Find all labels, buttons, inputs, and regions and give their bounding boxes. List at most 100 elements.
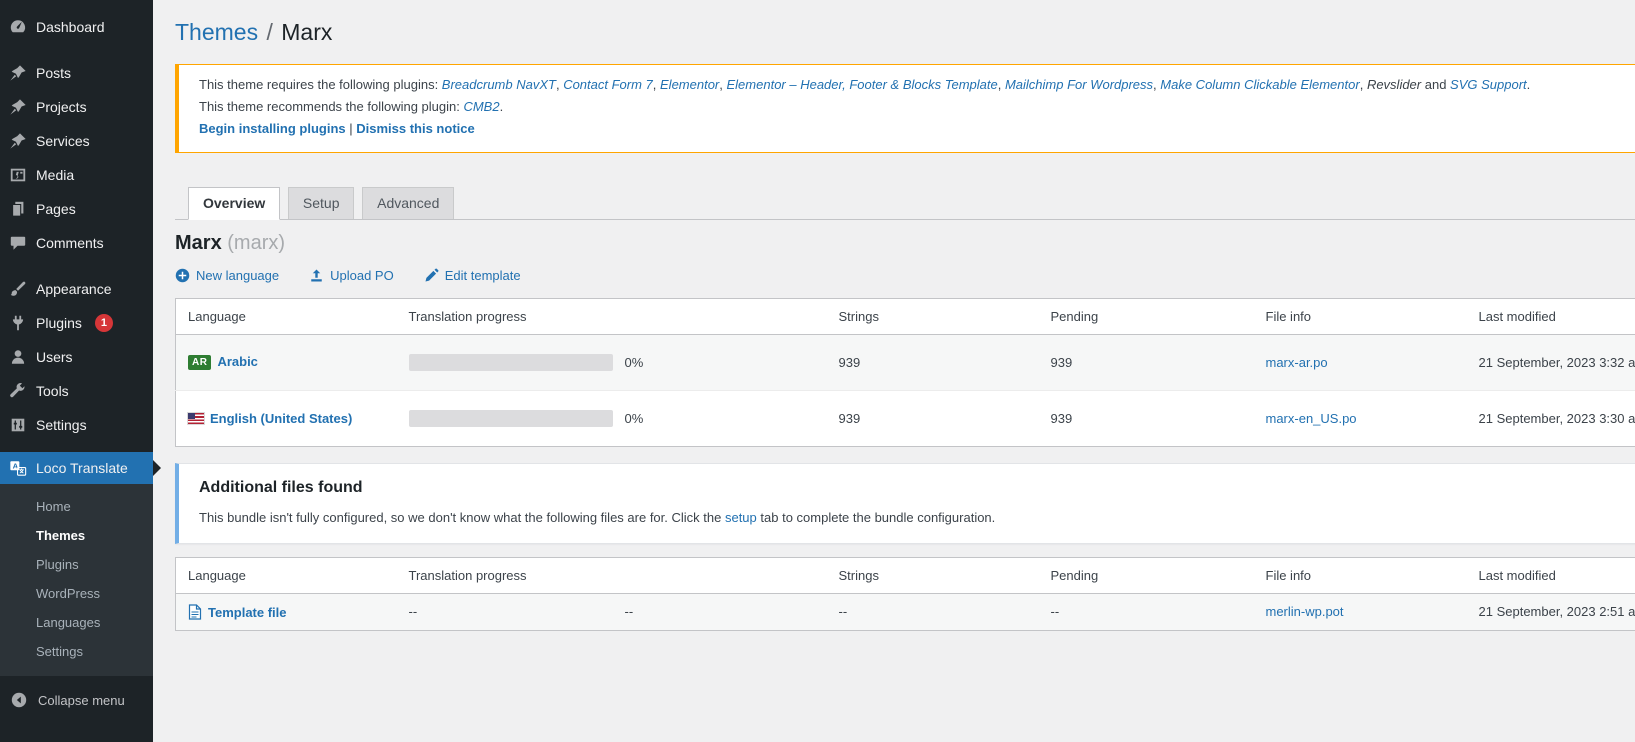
sidebar-item-label: Pages bbox=[36, 201, 76, 217]
sidebar-item-settings[interactable]: Settings bbox=[0, 408, 153, 442]
strings-count: 939 bbox=[827, 334, 1039, 390]
sidebar-item-users[interactable]: Users bbox=[0, 340, 153, 374]
media-icon bbox=[9, 166, 27, 184]
sidebar-item-label: Plugins bbox=[36, 315, 82, 331]
sidebar-item-plugins[interactable]: Plugins 1 bbox=[0, 306, 153, 340]
required-plugins-line: This theme requires the following plugin… bbox=[199, 74, 1635, 96]
pages-icon bbox=[9, 200, 27, 218]
plugin-link[interactable]: SVG Support bbox=[1450, 77, 1527, 92]
col-file-info: File info bbox=[1254, 298, 1467, 334]
plugins-update-badge: 1 bbox=[95, 314, 113, 332]
submenu-item-home[interactable]: Home bbox=[0, 492, 153, 521]
sidebar-item-posts[interactable]: Posts bbox=[0, 56, 153, 90]
plugin-link[interactable]: Make Column Clickable Elementor bbox=[1160, 77, 1359, 92]
col-strings: Strings bbox=[827, 298, 1039, 334]
sidebar-item-label: Comments bbox=[36, 235, 104, 251]
plugin-link[interactable]: Breadcrumb NavXT bbox=[442, 77, 556, 92]
admin-sidebar: Dashboard Posts Projects Services Media … bbox=[0, 0, 153, 742]
pending-count: 939 bbox=[1039, 334, 1254, 390]
sidebar-item-loco-translate[interactable]: A Loco Translate bbox=[0, 452, 153, 484]
po-file-link[interactable]: marx-en_US.po bbox=[1266, 411, 1357, 426]
new-language-link[interactable]: New language bbox=[175, 268, 279, 283]
pot-file-link[interactable]: merlin-wp.pot bbox=[1266, 604, 1344, 619]
progress-percent: -- bbox=[613, 593, 827, 630]
table-row-template-file: Template file -- -- -- -- merlin-wp.pot … bbox=[176, 593, 1635, 630]
users-icon bbox=[9, 348, 27, 366]
page-title: Marx bbox=[281, 19, 332, 45]
additional-files-heading: Additional files found bbox=[199, 479, 1635, 497]
sidebar-item-comments[interactable]: Comments bbox=[0, 226, 153, 260]
pencil-icon bbox=[424, 268, 439, 283]
table-header-row: Language Translation progress Strings Pe… bbox=[176, 298, 1635, 334]
pending-count: -- bbox=[1039, 593, 1254, 630]
col-pending: Pending bbox=[1039, 298, 1254, 334]
appearance-icon bbox=[9, 280, 27, 298]
progress-value: -- bbox=[397, 593, 613, 630]
bundle-heading: Marx (marx) bbox=[175, 232, 1635, 255]
col-strings: Strings bbox=[827, 557, 1039, 593]
col-pending: Pending bbox=[1039, 557, 1254, 593]
sidebar-item-label: Loco Translate bbox=[36, 460, 128, 476]
bundle-actions: New language Upload PO Edit template bbox=[175, 268, 1635, 283]
recommended-plugins-line: This theme recommends the following plug… bbox=[199, 96, 1635, 118]
sidebar-item-label: Dashboard bbox=[36, 19, 105, 35]
breadcrumb: Themes / Marx bbox=[175, 0, 1635, 48]
sidebar-item-dashboard[interactable]: Dashboard bbox=[0, 10, 153, 44]
tools-icon bbox=[9, 382, 27, 400]
col-last-modified: Last modified bbox=[1467, 557, 1635, 593]
setup-tab-link[interactable]: setup bbox=[725, 510, 757, 525]
sidebar-item-label: Tools bbox=[36, 383, 69, 399]
last-modified: 21 September, 2023 3:30 am bbox=[1467, 390, 1635, 446]
dismiss-notice-link[interactable]: Dismiss this notice bbox=[356, 121, 474, 136]
sidebar-item-pages[interactable]: Pages bbox=[0, 192, 153, 226]
tab-advanced[interactable]: Advanced bbox=[362, 187, 454, 219]
submenu-item-themes[interactable]: Themes bbox=[0, 521, 153, 550]
sidebar-item-label: Settings bbox=[36, 417, 87, 433]
language-link[interactable]: English (United States) bbox=[210, 411, 352, 426]
loco-translate-submenu: Home Themes Plugins WordPress Languages … bbox=[0, 484, 153, 676]
collapse-menu-label: Collapse menu bbox=[38, 693, 125, 708]
upload-po-link[interactable]: Upload PO bbox=[309, 268, 394, 283]
plugin-link[interactable]: CMB2 bbox=[463, 99, 499, 114]
begin-installing-plugins-link[interactable]: Begin installing plugins bbox=[199, 121, 346, 136]
menu-separator bbox=[0, 260, 153, 272]
pin-icon bbox=[9, 98, 27, 116]
sidebar-item-services[interactable]: Services bbox=[0, 124, 153, 158]
language-code-badge: AR bbox=[188, 355, 211, 370]
language-link[interactable]: Arabic bbox=[217, 354, 257, 369]
plugin-link[interactable]: Contact Form 7 bbox=[563, 77, 653, 92]
sidebar-item-label: Users bbox=[36, 349, 73, 365]
main-content: Themes / Marx This theme requires the fo… bbox=[153, 0, 1635, 631]
required-plugins-notice: This theme requires the following plugin… bbox=[175, 64, 1635, 153]
plugin-link[interactable]: Elementor bbox=[660, 77, 719, 92]
us-flag-icon bbox=[188, 413, 204, 424]
tab-setup[interactable]: Setup bbox=[288, 187, 355, 219]
po-file-link[interactable]: marx-ar.po bbox=[1266, 355, 1328, 370]
additional-files-notice: Additional files found This bundle isn't… bbox=[175, 463, 1635, 544]
sidebar-item-tools[interactable]: Tools bbox=[0, 374, 153, 408]
col-progress: Translation progress bbox=[397, 298, 613, 334]
bundle-tabs: Overview Setup Advanced bbox=[175, 187, 1635, 220]
additional-files-table: Language Translation progress Strings Pe… bbox=[175, 557, 1635, 631]
edit-template-link[interactable]: Edit template bbox=[424, 268, 521, 283]
file-icon bbox=[188, 604, 202, 620]
plugin-link[interactable]: Elementor – Header, Footer & Blocks Temp… bbox=[727, 77, 998, 92]
collapse-arrow-icon bbox=[10, 691, 28, 709]
submenu-item-languages[interactable]: Languages bbox=[0, 608, 153, 637]
col-language: Language bbox=[176, 557, 397, 593]
submenu-item-plugins[interactable]: Plugins bbox=[0, 550, 153, 579]
submenu-item-wordpress[interactable]: WordPress bbox=[0, 579, 153, 608]
sidebar-item-projects[interactable]: Projects bbox=[0, 90, 153, 124]
tab-overview[interactable]: Overview bbox=[188, 187, 280, 220]
template-file-link[interactable]: Template file bbox=[208, 605, 287, 620]
pending-count: 939 bbox=[1039, 390, 1254, 446]
plugin-link[interactable]: Mailchimp For Wordpress bbox=[1005, 77, 1153, 92]
table-header-row: Language Translation progress Strings Pe… bbox=[176, 557, 1635, 593]
breadcrumb-separator: / bbox=[264, 19, 274, 45]
breadcrumb-themes-link[interactable]: Themes bbox=[175, 19, 258, 45]
collapse-menu-button[interactable]: Collapse menu bbox=[0, 684, 153, 716]
sidebar-item-appearance[interactable]: Appearance bbox=[0, 272, 153, 306]
sidebar-item-media[interactable]: Media bbox=[0, 158, 153, 192]
submenu-item-settings[interactable]: Settings bbox=[0, 637, 153, 666]
bundle-name: Marx bbox=[175, 232, 222, 254]
